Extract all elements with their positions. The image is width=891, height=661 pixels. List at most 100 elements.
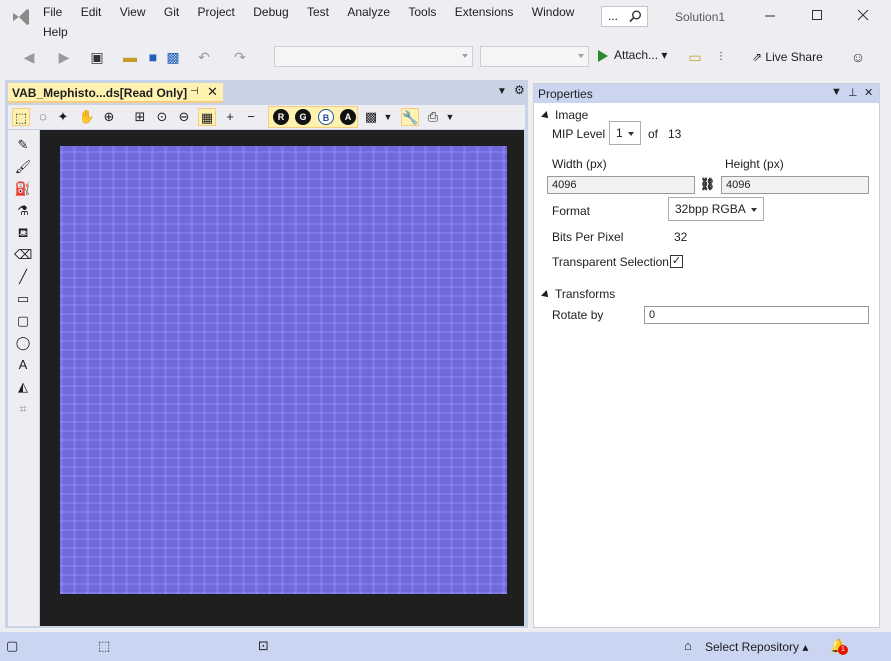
folder-view-icon[interactable]: ▭ xyxy=(686,48,704,66)
grid-icon[interactable]: ▦ xyxy=(198,108,216,126)
pencil-icon[interactable]: ✎ xyxy=(14,136,32,154)
image-editor-pane: VAB_Mephisto...ds[Read Only] ⊣ ✕ ▼ ⚙ ⬚ ◌… xyxy=(5,80,528,628)
transforms-section-header[interactable]: Transforms xyxy=(541,287,615,301)
undo-icon[interactable]: ↶ xyxy=(195,48,213,66)
bits-per-pixel-label: Bits Per Pixel xyxy=(552,230,624,244)
rounded-rectangle-tool-icon[interactable]: ▢ xyxy=(14,312,32,330)
platform-combo[interactable] xyxy=(480,46,589,67)
search-box[interactable]: ... xyxy=(601,6,648,27)
select-tool-icon[interactable]: ⬚ xyxy=(12,108,30,126)
toolbar-overflow-icon[interactable]: ⋮ xyxy=(712,48,730,66)
chevron-down-icon[interactable]: ▼ xyxy=(379,108,397,126)
line-tool-icon[interactable]: ╱ xyxy=(14,268,32,286)
menu-file[interactable]: File xyxy=(43,4,62,20)
menu-git[interactable]: Git xyxy=(164,4,179,20)
image-section-label: Image xyxy=(555,108,589,122)
minimize-icon[interactable] xyxy=(763,8,777,22)
checkmark-icon: ✓ xyxy=(671,255,682,267)
status-bar: ▢ ⬚ ⊡ ⌂ Select Repository ▴ 🔔 1 xyxy=(0,632,891,661)
zoom-out-minus-icon[interactable]: − xyxy=(242,108,260,126)
close-tab-icon[interactable]: ✕ xyxy=(207,84,218,100)
select-repository-button[interactable]: Select Repository ▴ xyxy=(705,640,808,654)
configuration-combo[interactable] xyxy=(274,46,473,67)
resize-icon: ⊡ xyxy=(258,638,269,653)
background-checker-icon[interactable]: ▩ xyxy=(362,108,380,126)
menu-window[interactable]: Window xyxy=(532,4,575,20)
height-field[interactable]: 4096 xyxy=(721,176,869,194)
magic-wand-icon[interactable]: ✦ xyxy=(54,108,72,126)
menu-help[interactable]: Help xyxy=(43,24,68,40)
crop-tool-icon[interactable]: ⌗ xyxy=(14,400,32,418)
close-icon[interactable] xyxy=(856,8,870,22)
menu-project[interactable]: Project xyxy=(198,4,235,20)
actual-size-icon[interactable]: ⊞ xyxy=(131,108,149,126)
properties-wrench-icon[interactable]: 🔧 xyxy=(401,108,419,126)
pan-hand-icon[interactable]: ✋ xyxy=(78,108,96,126)
pin-icon[interactable]: ⊣ xyxy=(190,86,199,97)
ellipse-tool-icon[interactable]: ◯ xyxy=(14,334,32,352)
alpha-channel-button[interactable]: A xyxy=(340,109,356,125)
advanced-tools-icon[interactable]: ⎙ xyxy=(424,108,442,126)
back-icon[interactable]: ◀ xyxy=(20,48,38,66)
zoom-out-icon[interactable]: ⊖ xyxy=(175,108,193,126)
open-folder-icon[interactable]: ▬ xyxy=(121,48,139,66)
transparent-selection-checkbox[interactable]: ✓ xyxy=(670,255,683,268)
document-tab[interactable]: VAB_Mephisto...ds[Read Only] ⊣ ✕ xyxy=(8,83,223,103)
save-icon[interactable]: ■ xyxy=(144,48,162,66)
panel-pin-icon[interactable]: ⊥ xyxy=(848,86,858,99)
normal-map-texture-image[interactable] xyxy=(60,146,507,594)
menu-view[interactable]: View xyxy=(120,4,146,20)
live-share-button[interactable]: ⇗ Live Share xyxy=(752,50,823,64)
maximize-icon[interactable] xyxy=(810,8,824,22)
document-tab-title: VAB_Mephisto...ds[Read Only] xyxy=(12,86,188,100)
rotate-by-field[interactable]: 0 xyxy=(644,306,869,324)
rectangle-tool-icon[interactable]: ▭ xyxy=(14,290,32,308)
eyedropper-icon[interactable]: ⚗ xyxy=(14,202,32,220)
text-tool-icon[interactable]: A xyxy=(14,356,32,374)
mip-level-label: MIP Level xyxy=(552,127,606,141)
panel-close-icon[interactable]: ✕ xyxy=(864,86,873,99)
format-value: 32bpp RGBA xyxy=(675,202,746,216)
selection-icon: ⬚ xyxy=(98,638,111,653)
image-editor-toolbar: ⬚ ◌ ✦ ✋ ⊕ ⊞ ⊙ ⊖ ▦ + − R G B A ▩ ▼ 🔧 ⎙ ▼ xyxy=(8,105,525,129)
zoom-fit-icon[interactable]: ⊙ xyxy=(153,108,171,126)
chat-icon[interactable]: ▢ xyxy=(6,638,18,654)
panel-menu-chevron-icon[interactable]: ▼ xyxy=(831,86,842,98)
search-text: ... xyxy=(608,9,619,23)
mip-level-dropdown[interactable]: 1 xyxy=(609,121,641,145)
lasso-tool-icon[interactable]: ◌ xyxy=(34,108,52,126)
mip-level-value: 1 xyxy=(616,126,623,140)
menu-test[interactable]: Test xyxy=(307,4,329,20)
zoom-in-plus-icon[interactable]: + xyxy=(221,108,239,126)
menu-edit[interactable]: Edit xyxy=(81,4,102,20)
airbrush-icon[interactable]: ⛽ xyxy=(14,180,32,198)
brush-icon[interactable]: 🖌 xyxy=(14,158,32,176)
image-section-header[interactable]: Image xyxy=(541,108,589,122)
zoom-icon[interactable]: ⊕ xyxy=(100,108,118,126)
repository-icon: ⌂ xyxy=(684,638,692,653)
format-dropdown[interactable]: 32bpp RGBA xyxy=(668,197,764,221)
link-dimensions-icon[interactable]: ⛓ xyxy=(700,177,715,191)
redo-icon[interactable]: ↷ xyxy=(231,48,249,66)
chevron-down-icon[interactable]: ▼ xyxy=(441,108,459,126)
eraser-icon[interactable]: ⌫ xyxy=(14,246,32,264)
green-channel-button[interactable]: G xyxy=(295,109,311,125)
feedback-icon[interactable]: ☺ xyxy=(849,48,867,66)
attach-button[interactable]: Attach... ▾ xyxy=(598,48,667,62)
blue-channel-button[interactable]: B xyxy=(318,109,334,125)
menu-debug[interactable]: Debug xyxy=(253,4,288,20)
rotate-tool-icon[interactable]: ◭ xyxy=(14,378,32,396)
settings-gear-icon[interactable]: ⚙ xyxy=(514,83,525,97)
width-field[interactable]: 4096 xyxy=(547,176,695,194)
menu-tools[interactable]: Tools xyxy=(408,4,436,20)
new-project-icon[interactable]: ▣ xyxy=(88,48,106,66)
menu-analyze[interactable]: Analyze xyxy=(347,4,390,20)
red-channel-button[interactable]: R xyxy=(273,109,289,125)
save-all-icon[interactable]: ▩ xyxy=(164,48,182,66)
tab-list-chevron-icon[interactable]: ▼ xyxy=(497,86,507,97)
properties-panel: Properties ▼ ⊥ ✕ Image MIP Level 1 of 13… xyxy=(533,83,880,628)
play-icon xyxy=(598,49,608,62)
forward-icon[interactable]: ▶ xyxy=(55,48,73,66)
fill-bucket-icon[interactable]: ⛾ xyxy=(14,224,32,242)
menu-extensions[interactable]: Extensions xyxy=(455,4,514,20)
